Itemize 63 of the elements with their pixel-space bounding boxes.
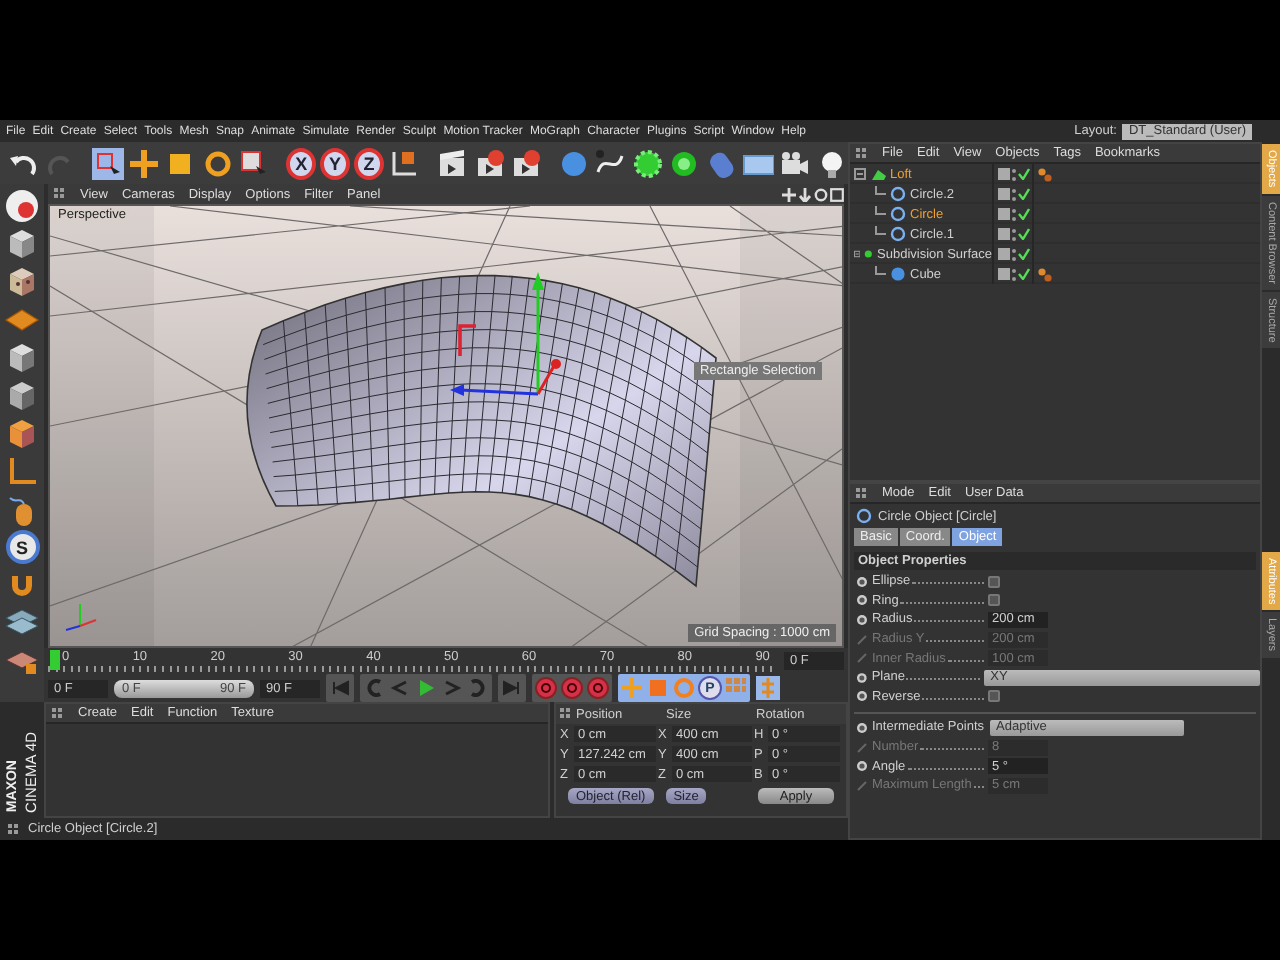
panel-grip-icon[interactable]	[52, 707, 64, 719]
circle-icon	[890, 206, 906, 222]
panel-grip-icon[interactable]	[8, 823, 20, 835]
axis-icon[interactable]	[4, 454, 40, 490]
animation-key-icon[interactable]	[856, 721, 868, 734]
collapse-icon[interactable]	[854, 246, 861, 262]
rotate-icon[interactable]	[201, 147, 234, 179]
camera-icon[interactable]	[778, 147, 811, 179]
polygons-cube-icon[interactable]	[4, 416, 40, 452]
edges-cube-icon[interactable]	[4, 378, 40, 414]
axis-lock-button[interactable]: Z	[354, 147, 384, 179]
rectangle-selection-icon[interactable]	[238, 147, 271, 179]
checkbox[interactable]	[988, 690, 1000, 703]
collapse-icon[interactable]	[854, 166, 866, 182]
clapperboard-icon[interactable]	[510, 147, 542, 179]
animation-key-icon[interactable]	[856, 671, 868, 684]
panel-grip-icon[interactable]	[856, 147, 868, 159]
disabled-mark-icon	[856, 741, 868, 754]
circle-icon	[856, 508, 872, 524]
make-editable-icon[interactable]	[4, 188, 40, 224]
panel-grip-icon[interactable]	[560, 708, 572, 720]
orbit-icon[interactable]	[814, 187, 828, 201]
maximize-icon[interactable]	[830, 187, 844, 201]
clapperboard-icon[interactable]	[473, 147, 506, 179]
points-cube-icon[interactable]	[4, 340, 40, 376]
snap-button[interactable]: S	[5, 530, 39, 564]
phong-tag-icon[interactable]	[1038, 167, 1052, 181]
clapperboard-icon[interactable]	[436, 147, 469, 179]
cube-icon[interactable]	[4, 226, 40, 262]
panel-grip-icon[interactable]	[54, 188, 66, 200]
keyframe-selection-icon[interactable]	[586, 676, 610, 700]
phong-tag-icon[interactable]	[1038, 267, 1052, 281]
dolly-icon[interactable]	[798, 187, 812, 201]
playhead-marker[interactable]	[50, 650, 60, 670]
world-axis-icon[interactable]	[388, 147, 421, 179]
cube-icon	[890, 266, 906, 282]
circle-icon	[890, 186, 906, 202]
world-axis-icon	[65, 603, 97, 631]
circle-icon	[890, 226, 906, 242]
axis-lock-button[interactable]: X	[286, 147, 317, 179]
axis-lock-button[interactable]: Y	[320, 147, 350, 179]
move-gizmo-icon[interactable]	[450, 272, 561, 396]
textured-cube-icon[interactable]	[4, 264, 40, 300]
animation-key-icon[interactable]	[856, 594, 868, 607]
animation-key-icon[interactable]	[856, 690, 868, 703]
panel-grip-icon[interactable]	[856, 487, 868, 499]
pan-icon[interactable]	[782, 187, 796, 201]
sphere-icon[interactable]	[558, 147, 591, 179]
animation-key-icon[interactable]	[856, 575, 868, 588]
record-key-icon[interactable]	[534, 676, 558, 700]
animation-key-icon[interactable]	[856, 613, 868, 626]
disabled-mark-icon	[856, 779, 868, 792]
move-icon[interactable]	[128, 147, 161, 179]
animation-key-icon[interactable]	[856, 760, 868, 773]
autokey-icon[interactable]	[560, 676, 584, 700]
checkbox[interactable]	[988, 594, 1000, 607]
sphere-icon	[864, 246, 874, 262]
grid-layers-icon[interactable]	[4, 604, 40, 640]
ring-shape-icon[interactable]	[668, 147, 701, 179]
gear-shape-icon[interactable]	[631, 147, 664, 179]
checkbox[interactable]	[988, 575, 1000, 588]
go-to-start-icon[interactable]	[328, 676, 352, 700]
live-selection-icon[interactable]	[91, 147, 124, 179]
